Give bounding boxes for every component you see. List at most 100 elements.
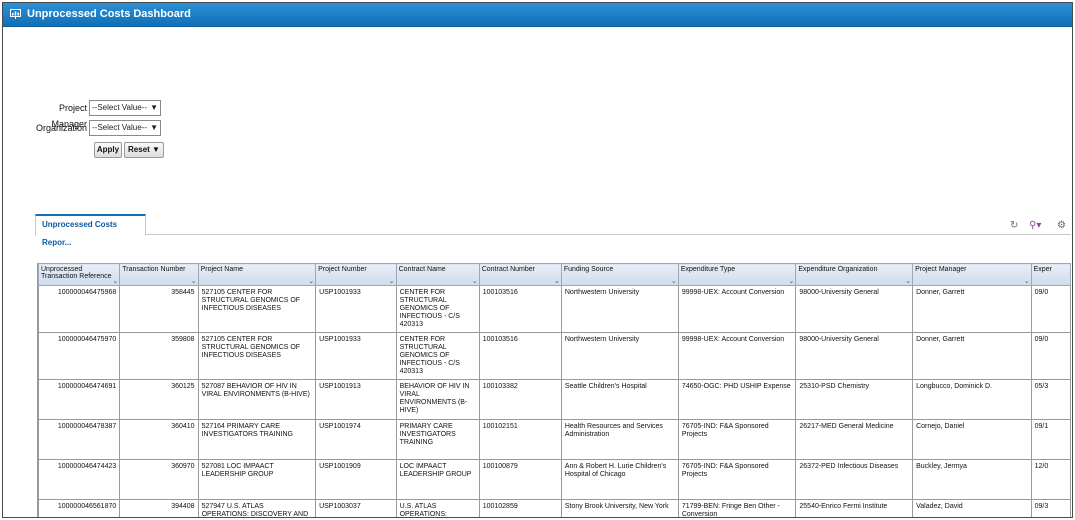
column-header[interactable]: Contract Name ⌄ xyxy=(395,263,480,286)
table-cell: 359808 xyxy=(119,332,199,380)
table-cell: Stony Brook University, New York xyxy=(560,499,679,517)
table-cell: Longbucco, Dominick D. xyxy=(912,379,1032,420)
table-cell: 527081 LOC IMPAACT LEADERSHIP GROUP xyxy=(197,459,317,500)
column-header[interactable]: Funding Source ⌄ xyxy=(560,263,679,286)
sort-icon: ⌄ xyxy=(190,278,197,285)
table-cell: 100102151 xyxy=(478,419,562,460)
table-cell: 100000046475970 xyxy=(38,332,121,380)
table-cell: 76705-IND: F&A Sponsored Projects xyxy=(677,419,797,460)
table-cell: USP1001933 xyxy=(315,332,397,380)
table-cell: 09/3 xyxy=(1030,499,1071,517)
table-cell: 527087 BEHAVIOR OF HIV IN VIRAL ENVIRONM… xyxy=(197,379,317,420)
table-cell: 100000046561870 xyxy=(38,499,121,517)
column-header[interactable]: Project Manager ⌄ xyxy=(912,263,1032,286)
table-cell: 100000046474691 xyxy=(38,379,121,420)
table-cell: 09/0 xyxy=(1030,332,1071,380)
column-header[interactable]: Contract Number ⌄ xyxy=(478,263,562,286)
sort-icon: ⌄ xyxy=(308,278,315,285)
organization-label: Organization xyxy=(35,123,87,133)
table-cell: USP1001913 xyxy=(315,379,397,420)
table-row[interactable]: 100000046561870 394408 527947 U.S. ATLAS… xyxy=(38,499,1071,517)
table-cell: 09/1 xyxy=(1030,419,1071,460)
organization-filter: Organization --Select Value-- ▼ xyxy=(23,120,163,136)
table-cell: 98000-University General xyxy=(795,332,914,380)
column-header[interactable]: Transaction Number ⌄ xyxy=(119,263,199,286)
organization-value: --Select Value-- xyxy=(92,123,147,132)
table-cell: 76705-IND: F&A Sponsored Projects xyxy=(677,459,797,500)
table-cell: 99998-UEX: Account Conversion xyxy=(677,285,797,333)
gear-icon[interactable]: ⚙ xyxy=(1057,220,1066,231)
table-cell: 360125 xyxy=(119,379,199,420)
chevron-down-icon: ▼ xyxy=(152,145,160,154)
table-cell: Northwestern University xyxy=(560,332,679,380)
sort-icon: ⌄ xyxy=(388,278,395,285)
table-cell: PRIMARY CARE INVESTIGATORS TRAINING xyxy=(395,419,480,460)
organization-select[interactable]: --Select Value-- ▼ xyxy=(89,120,161,136)
table-cell: LOC IMPAACT LEADERSHIP GROUP xyxy=(395,459,480,500)
column-header[interactable]: Expenditure Type ⌄ xyxy=(677,263,797,286)
project-manager-select[interactable]: --Select Value-- ▼ xyxy=(89,100,161,116)
table-cell: U.S. ATLAS OPERATIONS: DISCOVERY AND MEA… xyxy=(395,499,480,517)
project-manager-value: --Select Value-- xyxy=(92,103,147,112)
table-cell: Seattle Children's Hospital xyxy=(560,379,679,420)
table-cell: 100103516 xyxy=(478,332,562,380)
table-cell: 527947 U.S. ATLAS OPERATIONS: DISCOVERY … xyxy=(197,499,317,517)
table-cell: 100102859 xyxy=(478,499,562,517)
table-cell: Northwestern University xyxy=(560,285,679,333)
table-cell: 25310-PSD Chemistry xyxy=(795,379,914,420)
report-table: Unprocessed Transaction Reference ⌄ Trans… xyxy=(38,263,1071,517)
table-cell: 360970 xyxy=(119,459,199,500)
table-cell: 25540-Enrico Fermi Institute xyxy=(795,499,914,517)
sort-icon: ⌄ xyxy=(553,278,560,285)
table-cell: 12/0 xyxy=(1030,459,1071,500)
sort-icon: ⌄ xyxy=(1023,278,1030,285)
column-header[interactable]: Unprocessed Transaction Reference ⌄ xyxy=(38,263,121,286)
column-header[interactable]: Project Number ⌄ xyxy=(315,263,397,286)
column-header[interactable]: Project Name ⌄ xyxy=(197,263,317,286)
table-cell: 71799-BEN: Fringe Ben Other - Conversion xyxy=(677,499,797,517)
table-cell: Buckley, Jermya xyxy=(912,459,1032,500)
dashboard-icon xyxy=(10,9,21,19)
table-cell: CENTER FOR STRUCTURAL GENOMICS OF INFECT… xyxy=(395,285,480,333)
title-bar: Unprocessed Costs Dashboard xyxy=(3,3,1072,27)
table-cell: 26372-PED Infectious Diseases xyxy=(795,459,914,500)
chevron-down-icon: ▼ xyxy=(150,123,158,132)
table-cell: 360410 xyxy=(119,419,199,460)
sort-icon: ⌄ xyxy=(471,278,478,285)
table-row[interactable]: 100000046478387 360410 527164 PRIMARY CA… xyxy=(38,419,1071,460)
table-cell: 99998-UEX: Account Conversion xyxy=(677,332,797,380)
table-cell: USP1001909 xyxy=(315,459,397,500)
table-cell: 394408 xyxy=(119,499,199,517)
column-header[interactable]: Expenditure Organization ⌄ xyxy=(795,263,914,286)
reset-button[interactable]: Reset ▼ xyxy=(124,142,164,158)
refresh-icon[interactable]: ↻ xyxy=(1010,220,1018,231)
project-manager-filter: Project Manager --Select Value-- ▼ xyxy=(23,100,163,129)
apply-button[interactable]: Apply xyxy=(94,142,122,158)
tab-unprocessed-costs-report[interactable]: Unprocessed Costs Repor... xyxy=(35,214,146,247)
table-cell: 09/0 xyxy=(1030,285,1071,333)
table-cell: Donner, Garrett xyxy=(912,285,1032,333)
table-cell: 100103516 xyxy=(478,285,562,333)
table-row[interactable]: 100000046474423 360970 527081 LOC IMPAAC… xyxy=(38,459,1071,500)
table-cell: 05/3 xyxy=(1030,379,1071,420)
search-options-icon[interactable]: ⚲▾ xyxy=(1029,220,1041,231)
reset-label: Reset xyxy=(128,145,150,154)
table-cell: 26217-MED General Medicine xyxy=(795,419,914,460)
table-cell: Health Resources and Services Administra… xyxy=(560,419,679,460)
table-cell: Donner, Garrett xyxy=(912,332,1032,380)
table-row[interactable]: 100000046474691 360125 527087 BEHAVIOR O… xyxy=(38,379,1071,420)
column-header[interactable]: Exper xyxy=(1030,263,1071,286)
table-row[interactable]: 100000046475968 358445 527105 CENTER FOR… xyxy=(38,285,1071,333)
dashboard-window: Unprocessed Costs Dashboard Project Mana… xyxy=(2,2,1073,518)
table-cell: 100000046478387 xyxy=(38,419,121,460)
table-cell: Cornejo, Daniel xyxy=(912,419,1032,460)
table-row[interactable]: 100000046475970 359808 527105 CENTER FOR… xyxy=(38,332,1071,380)
table-cell: 100000046475968 xyxy=(38,285,121,333)
table-cell: CENTER FOR STRUCTURAL GENOMICS OF INFECT… xyxy=(395,332,480,380)
table-cell: 358445 xyxy=(119,285,199,333)
report-grid: Unprocessed Transaction Reference ⌄ Trans… xyxy=(37,263,1071,517)
sort-icon: ⌄ xyxy=(905,278,912,285)
table-cell: 100000046474423 xyxy=(38,459,121,500)
chevron-down-icon: ▼ xyxy=(150,103,158,112)
header-row: Unprocessed Transaction Reference ⌄ Trans… xyxy=(38,263,1071,286)
